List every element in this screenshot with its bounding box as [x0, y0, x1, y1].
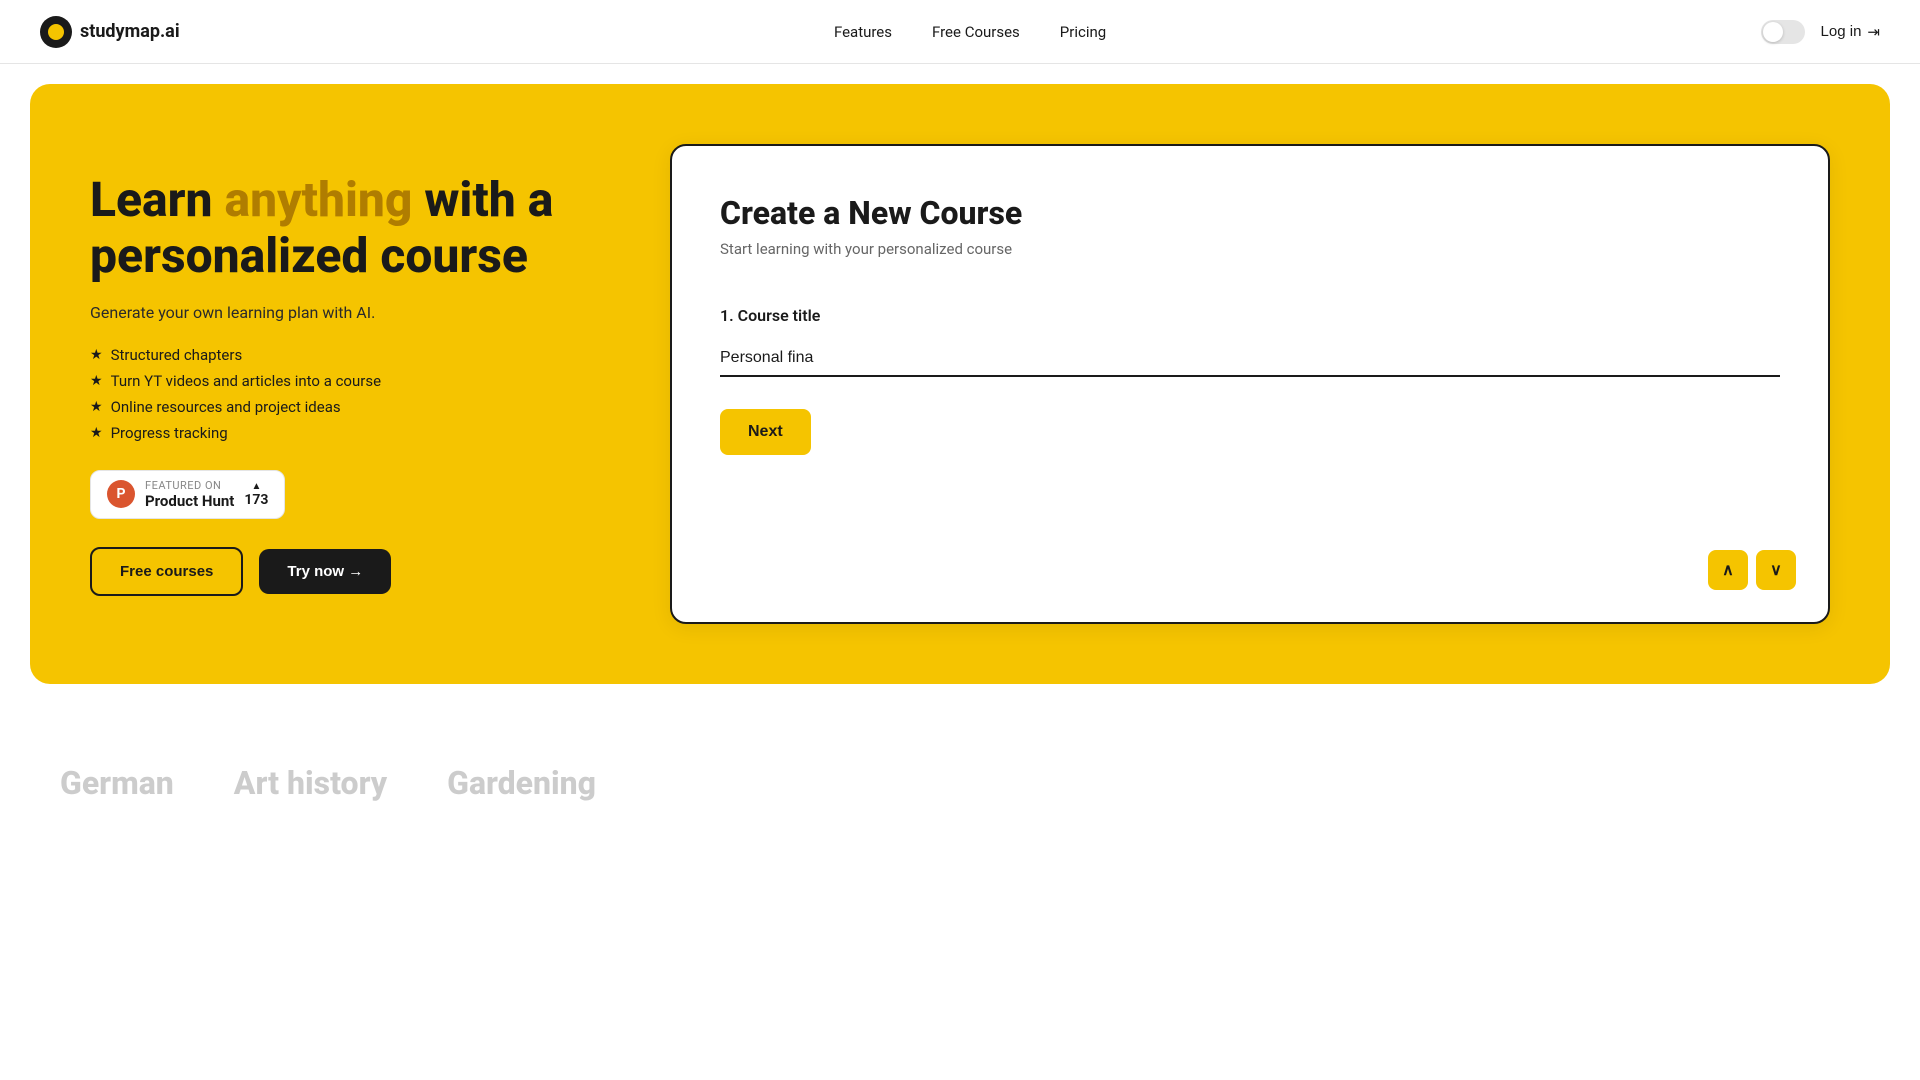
- product-hunt-logo: P: [107, 480, 135, 508]
- product-hunt-count: ▲ 173: [244, 481, 268, 508]
- product-hunt-name: Product Hunt: [145, 492, 234, 510]
- card-subtitle: Start learning with your personalized co…: [720, 240, 1780, 258]
- hero-title: Learn anything with a personalized cours…: [90, 172, 610, 282]
- star-icon-2: ★: [90, 373, 103, 389]
- courses-preview-list: German Art history Gardening: [60, 764, 1860, 802]
- feature-item-3: ★ Online resources and project ideas: [90, 398, 610, 416]
- card-nav-up-button[interactable]: ∧: [1708, 550, 1748, 590]
- star-icon-3: ★: [90, 399, 103, 415]
- hero-ctas: Free courses Try now →: [90, 547, 610, 596]
- courses-preview-section: German Art history Gardening: [0, 704, 1920, 822]
- product-hunt-featured: FEATURED ON: [145, 479, 234, 492]
- card-title: Create a New Course: [720, 194, 1780, 232]
- course-creation-card: Create a New Course Start learning with …: [670, 144, 1830, 624]
- course-preview-art-history: Art history: [234, 764, 387, 802]
- upvote-count: 173: [244, 492, 268, 508]
- hero-section: Learn anything with a personalized cours…: [30, 84, 1890, 684]
- hero-features-list: ★ Structured chapters ★ Turn YT videos a…: [90, 346, 610, 442]
- feature-item-1: ★ Structured chapters: [90, 346, 610, 364]
- try-now-button[interactable]: Try now →: [259, 549, 391, 594]
- free-courses-button[interactable]: Free courses: [90, 547, 243, 596]
- nav-right: Log in ⇥: [1761, 20, 1880, 44]
- course-preview-german: German: [60, 764, 174, 802]
- theme-toggle[interactable]: [1761, 20, 1805, 44]
- login-button[interactable]: Log in ⇥: [1821, 23, 1880, 41]
- card-navigation: ∧ ∨: [1708, 550, 1796, 590]
- nav-link-free-courses[interactable]: Free Courses: [932, 23, 1020, 41]
- logo[interactable]: studymap.ai: [40, 16, 180, 48]
- feature-text-4: Progress tracking: [111, 424, 228, 442]
- nav-links: Features Free Courses Pricing: [834, 23, 1106, 41]
- course-preview-gardening: Gardening: [447, 764, 596, 802]
- hero-description: Generate your own learning plan with AI.: [90, 303, 610, 322]
- login-label: Log in: [1821, 23, 1862, 40]
- feature-item-2: ★ Turn YT videos and articles into a cou…: [90, 372, 610, 390]
- navbar: studymap.ai Features Free Courses Pricin…: [0, 0, 1920, 64]
- feature-text-1: Structured chapters: [111, 346, 243, 364]
- title-highlight: anything: [224, 171, 412, 228]
- nav-link-pricing[interactable]: Pricing: [1060, 23, 1106, 41]
- feature-item-4: ★ Progress tracking: [90, 424, 610, 442]
- upvote-triangle-icon: ▲: [251, 481, 261, 492]
- login-icon: ⇥: [1867, 23, 1880, 41]
- logo-text: studymap.ai: [80, 21, 180, 42]
- hero-right: Create a New Course Start learning with …: [670, 144, 1830, 624]
- product-hunt-info: FEATURED ON Product Hunt: [145, 479, 234, 510]
- star-icon-4: ★: [90, 425, 103, 441]
- title-start: Learn: [90, 171, 224, 228]
- course-title-label: 1. Course title: [720, 306, 1780, 325]
- next-button[interactable]: Next: [720, 409, 811, 455]
- hero-left: Learn anything with a personalized cours…: [90, 172, 610, 595]
- logo-icon: [40, 16, 72, 48]
- card-nav-down-button[interactable]: ∨: [1756, 550, 1796, 590]
- star-icon-1: ★: [90, 347, 103, 363]
- nav-link-features[interactable]: Features: [834, 23, 892, 41]
- feature-text-3: Online resources and project ideas: [111, 398, 341, 416]
- feature-text-2: Turn YT videos and articles into a cours…: [111, 372, 381, 390]
- course-title-input[interactable]: [720, 341, 1780, 377]
- product-hunt-badge[interactable]: P FEATURED ON Product Hunt ▲ 173: [90, 470, 285, 519]
- toggle-knob: [1763, 22, 1783, 42]
